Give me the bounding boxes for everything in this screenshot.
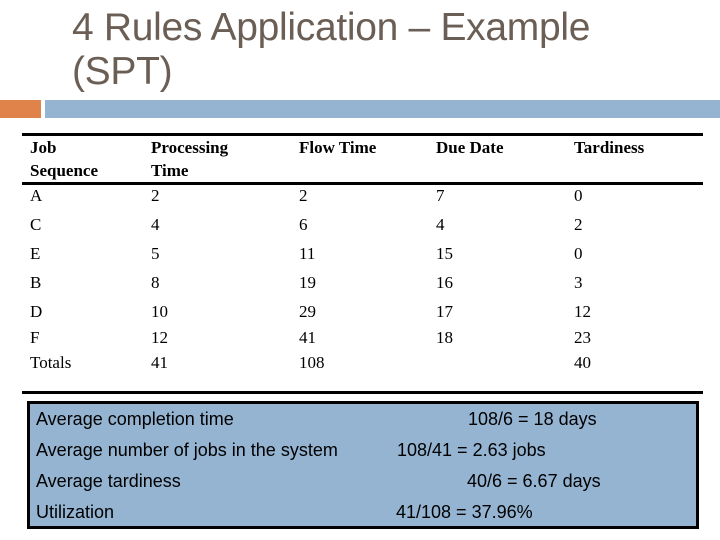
- summary-label: Average completion time: [36, 409, 234, 429]
- slide-title: 4 Rules Application – Example (SPT): [72, 6, 692, 94]
- slide-title-line-1: 4 Rules Application – Example: [72, 6, 591, 49]
- cell-job: A: [30, 186, 43, 205]
- cell-job: D: [30, 302, 43, 321]
- summary-value: 41/108 = 37.96%: [396, 502, 533, 522]
- table-bottom-rule: [22, 391, 703, 394]
- summary-label: Utilization: [36, 502, 115, 522]
- cell-job: C: [30, 215, 42, 234]
- cell-job: B: [30, 273, 42, 292]
- summary-row: Average tardiness 40/6 = 6.67 days: [30, 466, 696, 497]
- table-header-rule: [22, 182, 703, 185]
- summary-box: Average completion time 108/6 = 18 days …: [27, 401, 699, 529]
- cell-due-date: 15: [436, 244, 453, 263]
- accent-bar-blue: [45, 100, 720, 118]
- cell-processing-time: 2: [151, 186, 160, 205]
- summary-row: Average completion time 108/6 = 18 days: [30, 404, 696, 435]
- cell-processing-time: 5: [151, 244, 160, 263]
- header-due-date: Due Date: [436, 138, 504, 157]
- cell-tardiness: 3: [574, 273, 583, 292]
- header-flow-time: Flow Time: [299, 138, 377, 157]
- cell-processing-time: 41: [151, 353, 168, 372]
- cell-due-date: 7: [436, 186, 445, 205]
- summary-label: Average number of jobs in the system: [36, 440, 338, 460]
- cell-flow-time: 108: [299, 353, 325, 372]
- cell-tardiness: 12: [574, 302, 591, 321]
- cell-tardiness: 40: [574, 353, 591, 372]
- header-tardiness: Tardiness: [574, 138, 645, 157]
- summary-value: 108/41 = 2.63 jobs: [397, 440, 546, 460]
- slide-title-line-2: (SPT): [72, 50, 173, 93]
- summary-value: 108/6 = 18 days: [468, 409, 597, 429]
- header-processing-time: Processing Time: [151, 138, 229, 180]
- summary-value: 40/6 = 6.67 days: [467, 471, 601, 491]
- cell-job: E: [30, 244, 41, 263]
- cell-flow-time: 11: [299, 244, 316, 263]
- cell-processing-time: 12: [151, 328, 168, 347]
- cell-flow-time: 6: [299, 215, 308, 234]
- accent-block-orange: [0, 100, 41, 118]
- summary-row: Average number of jobs in the system 108…: [30, 435, 696, 466]
- cell-processing-time: 10: [151, 302, 168, 321]
- cell-processing-time: 8: [151, 273, 160, 292]
- cell-processing-time: 4: [151, 215, 160, 234]
- cell-job: F: [30, 328, 40, 347]
- cell-flow-time: 2: [299, 186, 308, 205]
- cell-tardiness: 0: [574, 244, 583, 263]
- cell-tardiness: 0: [574, 186, 583, 205]
- cell-flow-time: 19: [299, 273, 316, 292]
- cell-flow-time: 41: [299, 328, 316, 347]
- cell-job: Totals: [30, 353, 72, 372]
- cell-tardiness: 2: [574, 215, 583, 234]
- summary-label: Average tardiness: [36, 471, 181, 491]
- cell-due-date: 17: [436, 302, 453, 321]
- cell-due-date: 16: [436, 273, 453, 292]
- cell-due-date: 18: [436, 328, 453, 347]
- cell-tardiness: 23: [574, 328, 591, 347]
- cell-flow-time: 29: [299, 302, 316, 321]
- summary-row: Utilization 41/108 = 37.96%: [30, 497, 696, 528]
- header-job-sequence: Job Sequence: [30, 138, 98, 180]
- cell-due-date: 4: [436, 215, 445, 234]
